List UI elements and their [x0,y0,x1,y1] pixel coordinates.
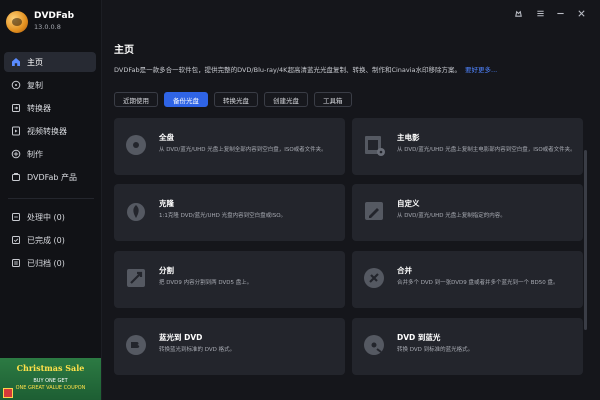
gift-icon [3,388,13,398]
card-description: 从 DVD/蓝光/UHD 光盘上复制主电影部内容到空白盘，ISO或者文件夹。 [397,147,576,153]
products-icon [10,172,21,183]
completed-icon [10,235,21,246]
card-title: DVD 到蓝光 [397,333,441,342]
card-title: 蓝光到 DVD [159,333,203,342]
scrollbar[interactable] [584,150,587,330]
sidebar-item-creator[interactable]: 制作 [4,144,96,164]
card-title: 克隆 [159,199,174,208]
tab-backup-disc[interactable]: 备份光盘 [164,92,208,107]
card-split[interactable]: 分割 把 DVD9 内容分割到两 DVD5 盘上。 [114,251,345,308]
sidebar-item-home[interactable]: 主页 [4,52,96,72]
main-content: 主页 DVDFab是一款多合一软件包，提供完整的DVD/Blu-ray/4K超高… [103,30,600,400]
card-customize[interactable]: 自定义 从 DVD/蓝光/UHD 光盘上复制指定的内容。 [352,184,583,241]
christmas-sale-banner[interactable]: Christmas Sale BUY ONE GET ONE GREAT VAL… [0,358,101,400]
card-description: 转换蓝光到标准的 DVD 格式。 [159,347,236,353]
card-description: 合并多个 DVD 到一张DVD9 盘或者并多个蓝光到一个 BD50 盘。 [397,280,559,286]
card-clone[interactable]: 克隆 1:1克隆 DVD/蓝光/UHD 光盘内容到空白盘或ISO。 [114,184,345,241]
customize-icon [362,198,386,224]
card-title: 合并 [397,266,412,275]
card-dvd-to-bluray[interactable]: DVD 到蓝光 转换 DVD 到标准的蓝光格式。 [352,318,583,375]
video-converter-icon [10,126,21,137]
sidebar-item-label: 处理中 (0) [27,212,65,222]
sidebar-item-label: 转换器 [27,103,51,113]
sidebar-item-label: DVDFab 产品 [27,172,78,182]
card-bluray-to-dvd[interactable]: 蓝光到 DVD 转换蓝光到标准的 DVD 格式。 [114,318,345,375]
card-description: 从 DVD/蓝光/UHD 光盘上复制全部内容到空白盘，ISO或者文件夹。 [159,147,327,153]
tab-create-disc[interactable]: 创建光盘 [264,92,308,107]
promo-line-1: BUY ONE GET [33,378,68,384]
sidebar-item-label: 视频转换器 [27,126,67,136]
sidebar-item-label: 已归档 (0) [27,258,65,268]
card-description: 转换 DVD 到标准的蓝光格式。 [397,347,474,353]
promo-line-2: ONE GREAT VALUE COUPON [15,385,86,391]
card-title: 全盘 [159,133,174,142]
processing-icon [10,212,21,223]
app-version: 13.0.0.8 [34,23,61,32]
tab-toolbox[interactable]: 工具箱 [314,92,352,107]
merge-icon [362,265,386,291]
tab-recent[interactable]: 近期使用 [114,92,158,107]
clone-icon [124,198,148,224]
archived-icon [10,258,21,269]
tab-convert-disc[interactable]: 转换光盘 [214,92,258,107]
promo-title: Christmas Sale [16,363,85,373]
card-description: 从 DVD/蓝光/UHD 光盘上复制指定的内容。 [397,213,506,219]
tab-bar: 近期使用 备份光盘 转换光盘 创建光盘 工具箱 [114,92,358,107]
home-icon [10,57,21,68]
card-description: 把 DVD9 内容分割到两 DVD5 盘上。 [159,280,253,286]
page-description: DVDFab是一款多合一软件包，提供完整的DVD/Blu-ray/4K超高清蓝光… [114,66,498,74]
learn-more-link[interactable]: 要好更多... [465,66,497,74]
menu-icon[interactable] [533,6,547,20]
card-title: 分割 [159,266,174,275]
creator-icon [10,149,21,160]
theme-icon[interactable] [511,6,525,20]
minimize-icon[interactable] [553,6,567,20]
sidebar-item-ripper[interactable]: 转换器 [4,98,96,118]
dvdfab-logo [6,11,28,33]
split-icon [124,265,148,291]
card-title: 主电影 [397,133,420,142]
disc-icon [124,132,148,158]
bluray-to-dvd-icon [124,332,148,358]
sidebar: DVDFab 13.0.0.8 主页 复制 转换器 视频转换器 制作 DVDFa… [0,0,102,400]
card-description: 1:1克隆 DVD/蓝光/UHD 光盘内容到空白盘或ISO。 [159,213,287,219]
sidebar-item-label: 复制 [27,80,43,90]
card-merge[interactable]: 合并 合并多个 DVD 到一张DVD9 盘或者并多个蓝光到一个 BD50 盘。 [352,251,583,308]
sidebar-divider [8,198,94,199]
brand: DVDFab 13.0.0.8 [6,6,74,38]
card-title: 自定义 [397,199,420,208]
sidebar-item-processing[interactable]: 处理中 (0) [4,207,96,227]
page-title: 主页 [114,45,134,56]
sidebar-item-completed[interactable]: 已完成 (0) [4,230,96,250]
card-main-movie[interactable]: 主电影 从 DVD/蓝光/UHD 光盘上复制主电影部内容到空白盘，ISO或者文件… [352,118,583,175]
sidebar-item-label: 已完成 (0) [27,235,65,245]
dvd-to-bluray-icon [362,332,386,358]
sidebar-item-products[interactable]: DVDFab 产品 [4,167,96,187]
ripper-icon [10,103,21,114]
app-name: DVDFab [34,11,75,22]
sidebar-item-copy[interactable]: 复制 [4,75,96,95]
sidebar-item-video-converter[interactable]: 视频转换器 [4,121,96,141]
copy-icon [10,80,21,91]
sidebar-item-label: 主页 [27,57,43,67]
film-icon [362,132,386,158]
sidebar-item-label: 制作 [27,149,43,159]
card-full-disc[interactable]: 全盘 从 DVD/蓝光/UHD 光盘上复制全部内容到空白盘，ISO或者文件夹。 [114,118,345,175]
sidebar-item-archived[interactable]: 已归档 (0) [4,253,96,273]
close-icon[interactable] [574,6,588,20]
